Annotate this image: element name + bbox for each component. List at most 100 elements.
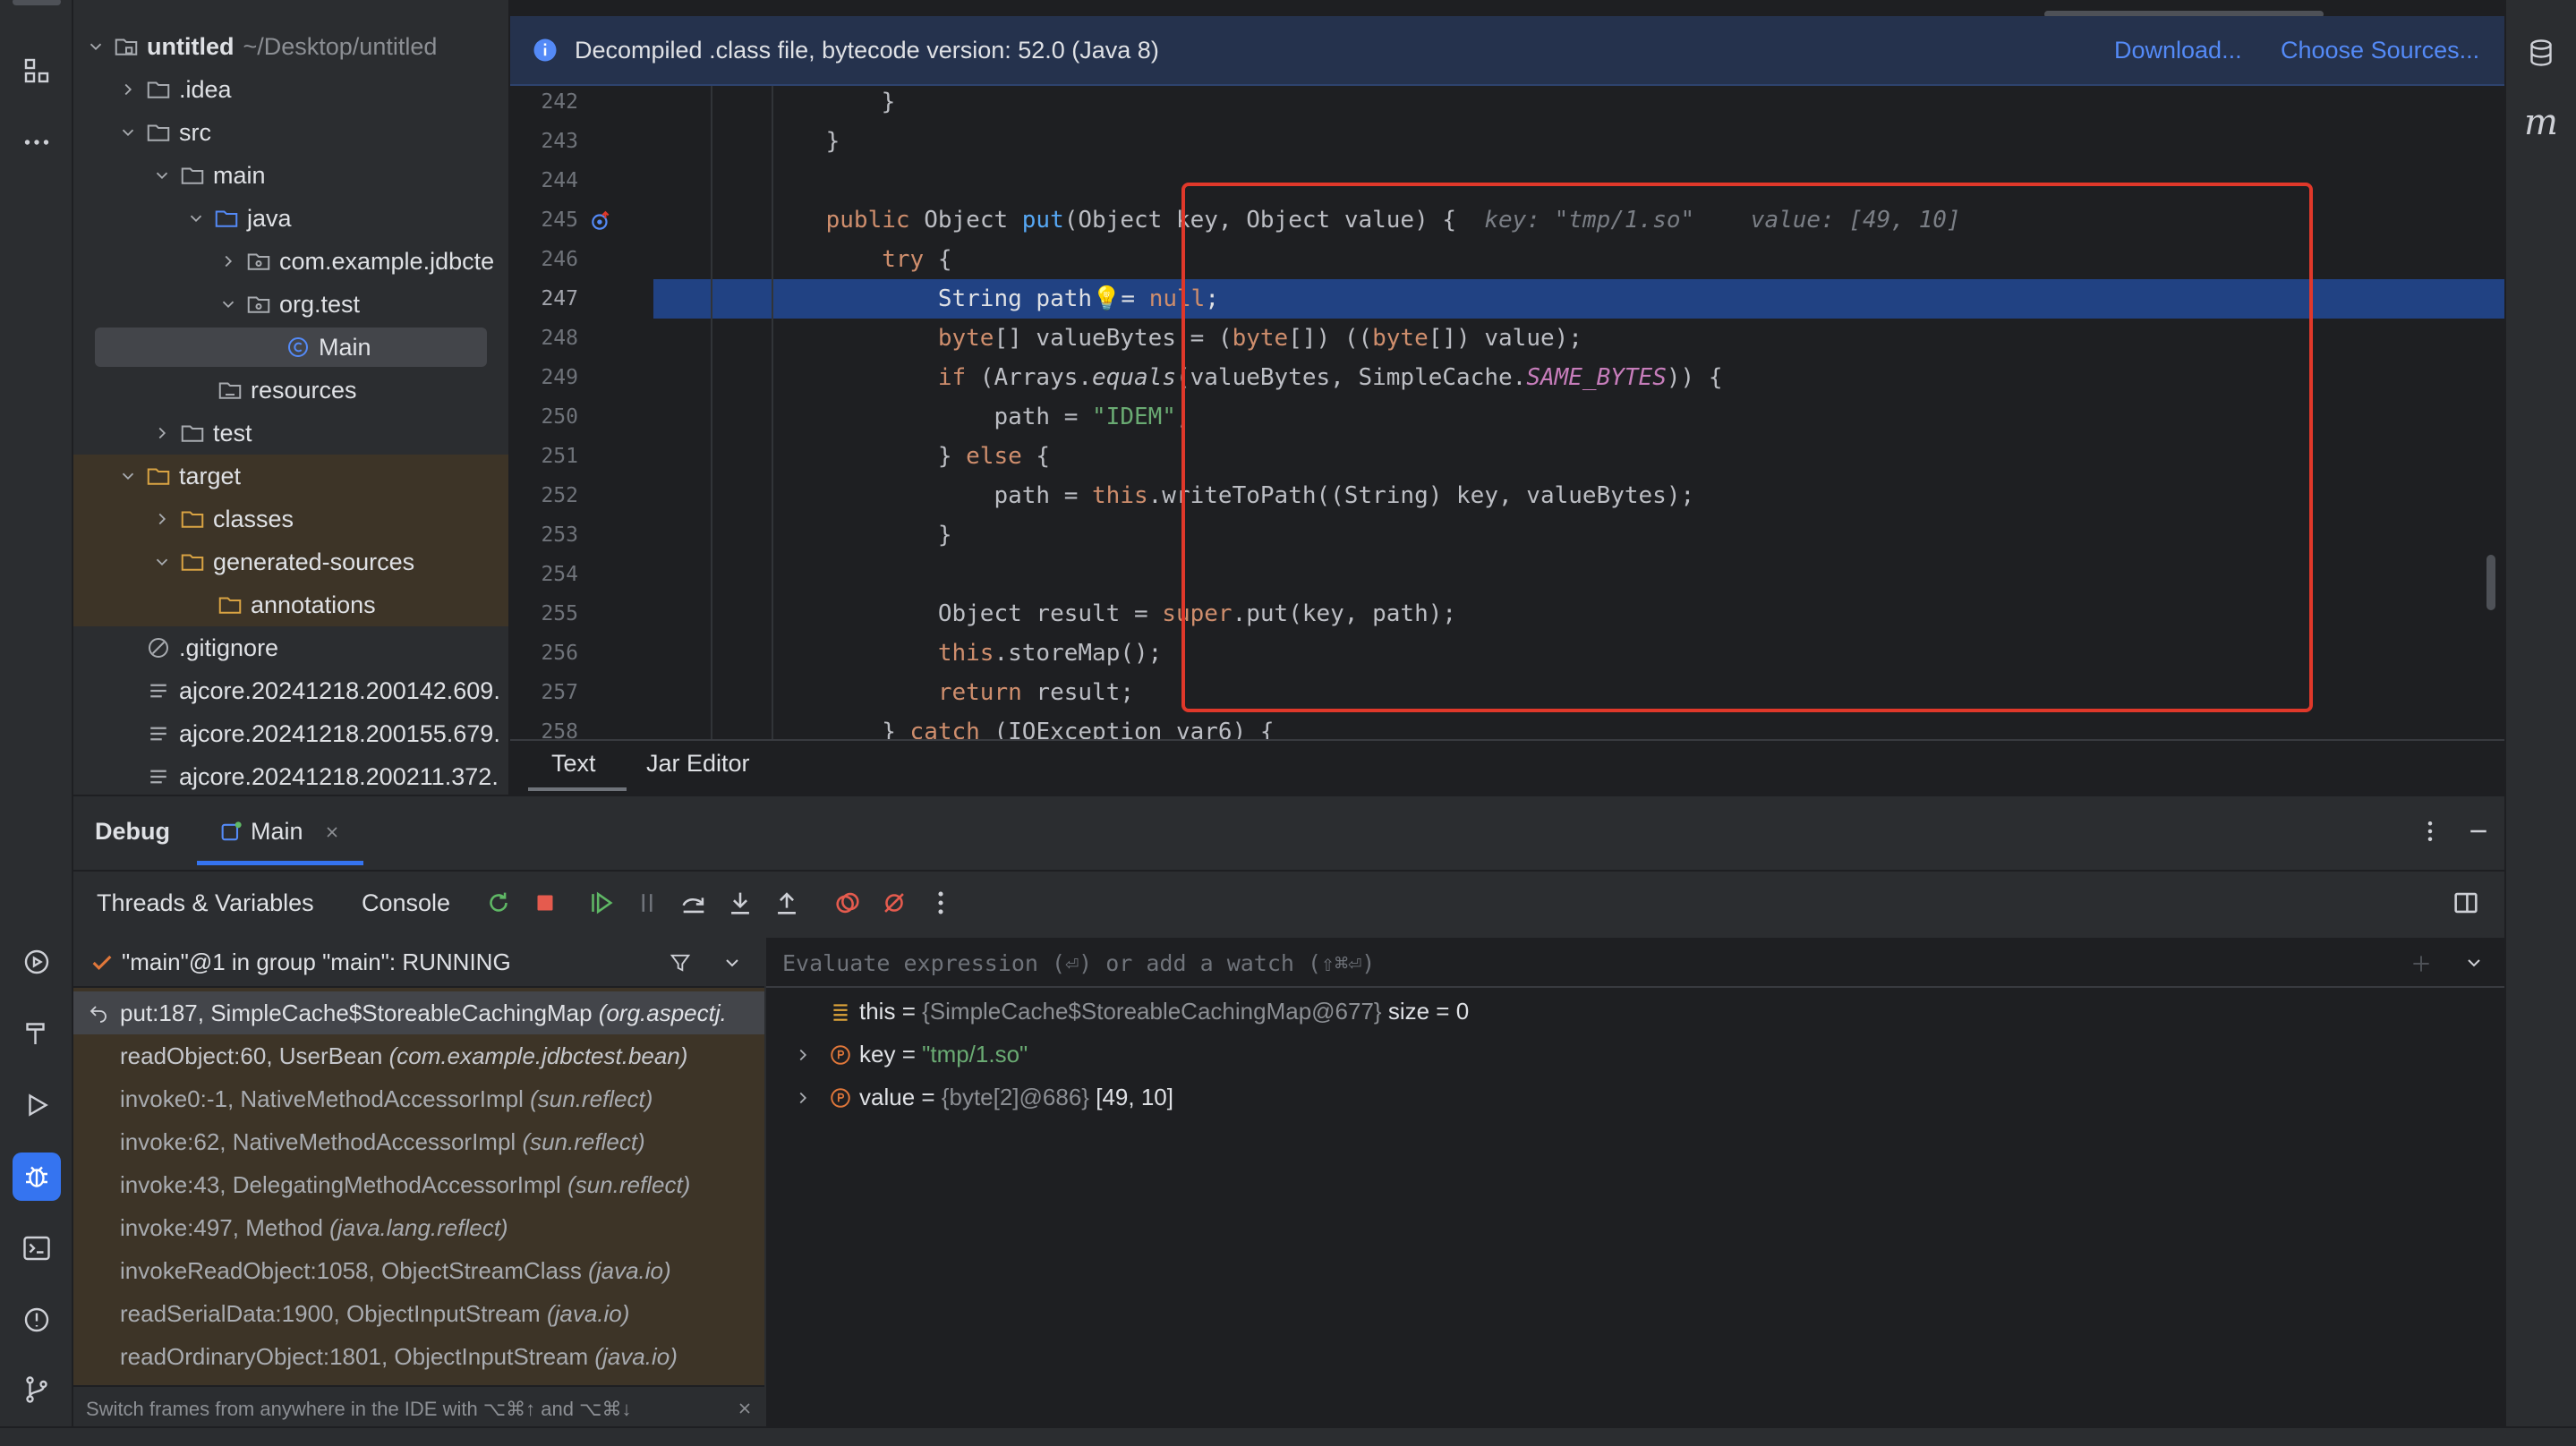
chevron-right-icon[interactable] [118,80,138,99]
add-watch-icon[interactable] [2410,952,2433,975]
tree-row-idea[interactable]: .idea [73,68,508,111]
code-line: this.storeMap(); [937,640,1163,667]
variable-type: {byte[2]@686} [941,1083,1089,1110]
layout-icon[interactable] [2451,888,2481,918]
build-icon[interactable] [13,1009,61,1058]
stop-icon[interactable] [530,888,560,918]
database-icon[interactable] [2517,29,2565,77]
chevron-down-icon[interactable] [218,294,238,314]
tab-jar-editor[interactable]: Jar Editor [646,750,750,778]
tree-row-classes[interactable]: classes [73,498,508,540]
tree-label: classes [213,505,294,532]
more-options-icon[interactable] [2417,818,2444,845]
variables-panel: Evaluate expression (⏎) or add a watch (… [766,938,2504,1428]
tree-row-gitignore[interactable]: .gitignore [73,626,508,669]
tree-row-org-test[interactable]: org.test [73,283,508,326]
tree-row-main[interactable]: main [73,154,508,197]
terminal-icon[interactable] [13,1224,61,1272]
code-line: } [770,128,840,155]
tree-row-annotations[interactable]: annotations [73,583,508,626]
project-tool-indicator [13,0,61,5]
frame-row[interactable]: invoke:497, Method (java.lang.reflect) [73,1206,764,1249]
frame-row[interactable]: readOrdinaryObject:1801, ObjectInputStre… [73,1335,764,1378]
variable-equals: = [915,1083,942,1110]
choose-sources-link[interactable]: Choose Sources... [2281,37,2479,64]
frame-row[interactable]: invoke:62, NativeMethodAccessorImpl (sun… [73,1120,764,1163]
text-file-icon [145,720,172,747]
frame-name: readOrdinaryObject:1801, ObjectInputStre… [120,1342,589,1370]
frame-row[interactable]: readSerialData:1900, ObjectInputStream (… [73,1292,764,1335]
tab-text[interactable]: Text [551,750,596,778]
frame-row[interactable]: readObject:60, UserBean (com.example.jdb… [73,1034,764,1077]
source-folder-icon [213,205,240,232]
run-icon[interactable] [13,1081,61,1129]
chevron-right-icon[interactable] [152,509,172,529]
chevron-right-icon[interactable] [793,1088,813,1108]
debug-icon[interactable] [13,1153,61,1201]
frame-row[interactable]: invoke0:-1, NativeMethodAccessorImpl (su… [73,1077,764,1120]
variable-row-value[interactable]: value = {byte[2]@686} [49, 10] [766,1076,2504,1119]
chevron-down-icon[interactable] [152,166,172,185]
frame-row[interactable]: put:187, SimpleCache$StoreableCachingMap… [73,991,764,1034]
line-number: 244 [541,169,578,192]
tree-row-generated-sources[interactable]: generated-sources [73,540,508,583]
tab-threads-variables[interactable]: Threads & Variables [97,889,314,917]
resume-icon[interactable] [585,888,616,918]
download-link[interactable]: Download... [2114,37,2242,64]
tree-row-ajcore-2[interactable]: ajcore.20241218.200155.679. [73,712,508,755]
tree-row-ajcore-1[interactable]: ajcore.20241218.200142.609. [73,669,508,712]
problems-icon[interactable] [13,1296,61,1344]
tab-console[interactable]: Console [362,889,450,917]
chevron-right-icon[interactable] [152,423,172,443]
frame-row[interactable]: invokeReadObject:1058, ObjectStreamClass… [73,1249,764,1292]
step-over-icon[interactable] [678,888,709,918]
tree-row-main-class[interactable]: Main [73,326,508,369]
close-icon[interactable] [736,1399,754,1417]
more-actions-icon[interactable] [925,888,956,918]
chevron-right-icon[interactable] [793,1045,813,1065]
mute-breakpoints-icon[interactable] [879,888,909,918]
tree-row-com-example[interactable]: com.example.jdbcte [73,240,508,283]
maven-icon[interactable]: m [2517,98,2565,147]
module-folder-icon [113,33,140,60]
debug-session-tab[interactable]: Main [218,818,341,846]
evaluate-expression-input[interactable]: Evaluate expression (⏎) or add a watch (… [766,938,2504,988]
tree-row-resources[interactable]: resources [73,369,508,412]
chevron-down-icon[interactable] [152,552,172,572]
view-breakpoints-icon[interactable] [832,888,863,918]
step-out-icon[interactable] [772,888,802,918]
tree-row-test[interactable]: test [73,412,508,455]
rerun-icon[interactable] [483,888,514,918]
chevron-down-icon[interactable] [2463,952,2485,974]
chevron-down-icon[interactable] [721,952,743,974]
thread-selector[interactable]: "main"@1 in group "main": RUNNING [73,938,764,988]
tree-row-untitled[interactable]: untitled ~/Desktop/untitled [73,25,508,68]
banner-message: Decompiled .class file, bytecode version… [575,36,1159,64]
git-icon[interactable] [13,1365,61,1414]
tree-row-target[interactable]: target [73,455,508,498]
frame-row[interactable]: invoke:43, DelegatingMethodAccessorImpl … [73,1163,764,1206]
code-line: try { [882,246,952,273]
close-icon[interactable] [323,823,341,841]
step-into-icon[interactable] [725,888,755,918]
variable-value: "tmp/1.so" [922,1040,1028,1067]
tree-row-ajcore-3[interactable]: ajcore.20241218.200211.372. [73,755,508,795]
minimize-icon[interactable] [2465,818,2492,845]
variable-row-this[interactable]: this = {SimpleCache$StoreableCachingMap@… [766,990,2504,1033]
chevron-down-icon[interactable] [118,123,138,142]
package-icon [245,291,272,318]
vertical-scrollbar[interactable] [2486,555,2495,610]
annotation-highlight-box [1181,183,2313,712]
chevron-down-icon[interactable] [186,208,206,228]
chevron-down-icon[interactable] [118,466,138,486]
chevron-down-icon[interactable] [86,37,106,56]
tree-row-java[interactable]: java [73,197,508,240]
structure-icon[interactable] [13,47,61,95]
filter-icon[interactable] [668,950,693,975]
services-icon[interactable] [13,938,61,986]
tree-row-src[interactable]: src [73,111,508,154]
pause-icon[interactable] [632,888,662,918]
more-tools-icon[interactable] [13,118,61,166]
variable-row-key[interactable]: key = "tmp/1.so" [766,1033,2504,1076]
chevron-right-icon[interactable] [218,251,238,271]
